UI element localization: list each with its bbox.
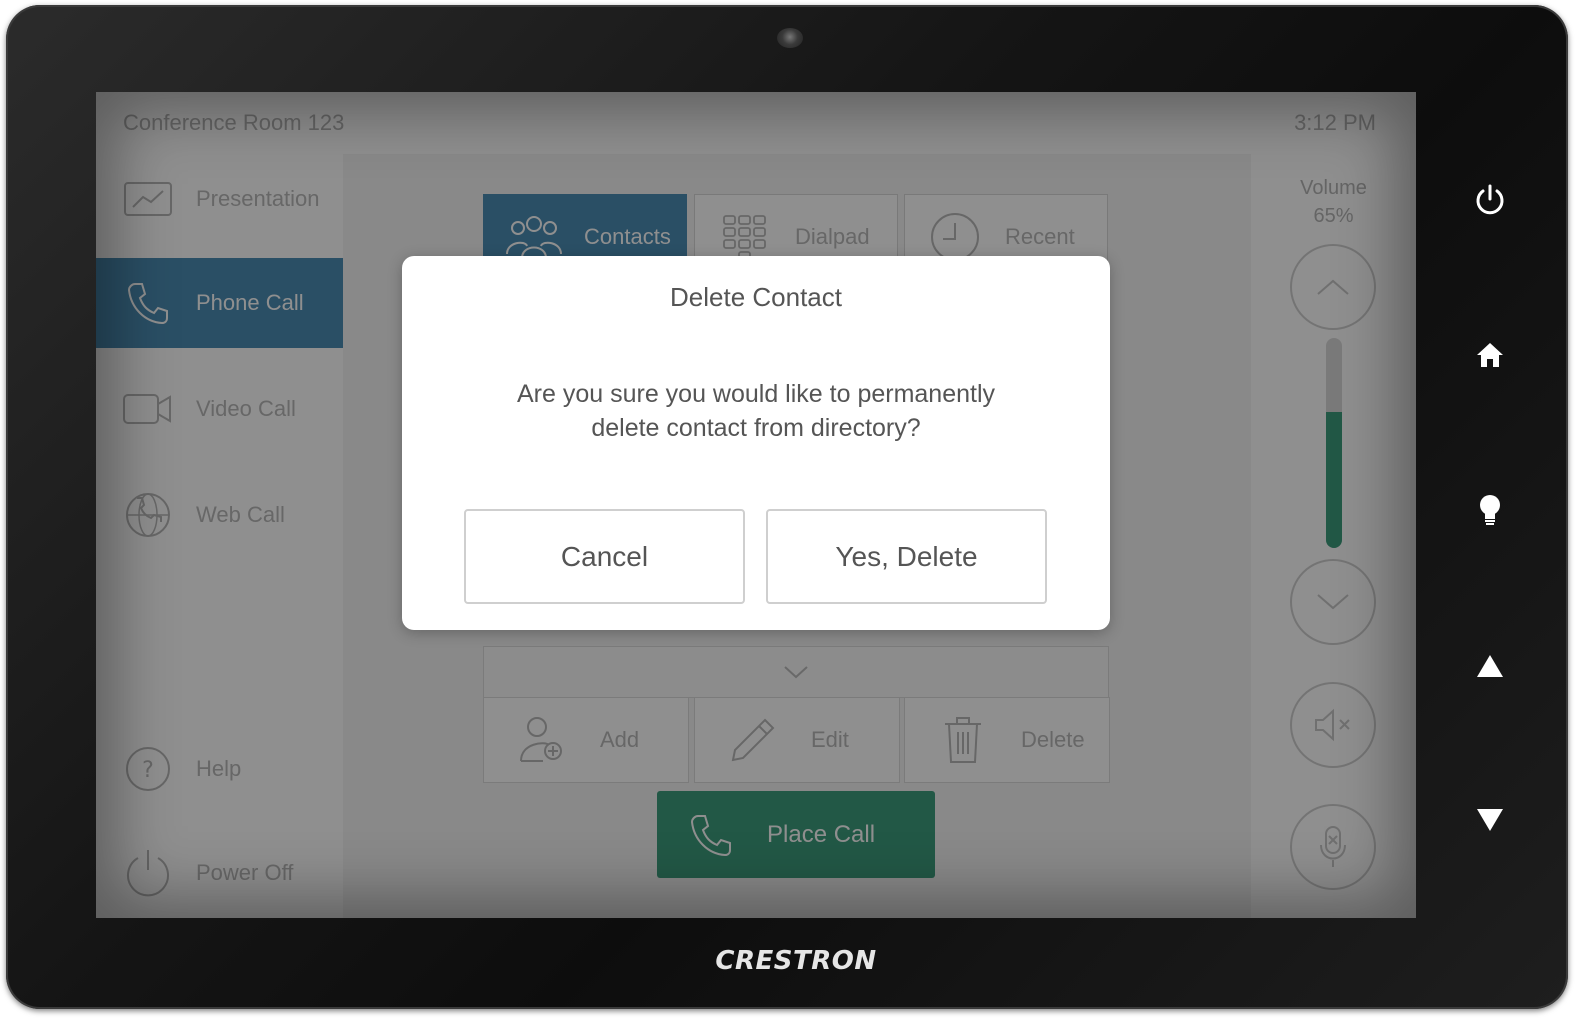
triangle-down-icon [1477,809,1503,831]
cancel-button[interactable]: Cancel [464,509,745,604]
dialog-message: Are you sure you would like to permanent… [516,380,996,442]
confirm-delete-button[interactable]: Yes, Delete [766,509,1047,604]
power-icon [1476,184,1504,215]
touch-screen: Conference Room 123 3:12 PM Presentation… [96,92,1416,918]
triangle-up-icon [1477,655,1503,677]
hardware-power-button[interactable] [1470,180,1510,220]
hardware-home-button[interactable] [1470,335,1510,375]
hardware-up-button[interactable] [1470,646,1510,686]
hardware-light-button[interactable] [1470,490,1510,530]
brand-logo: CRESTRON [715,946,877,976]
dialog-title: Delete Contact [670,282,842,312]
lightbulb-icon [1480,495,1500,525]
camera-lens [777,28,803,48]
delete-contact-dialog: Delete Contact Are you sure you would li… [402,256,1110,630]
hardware-down-button[interactable] [1470,800,1510,840]
home-icon [1477,343,1503,367]
